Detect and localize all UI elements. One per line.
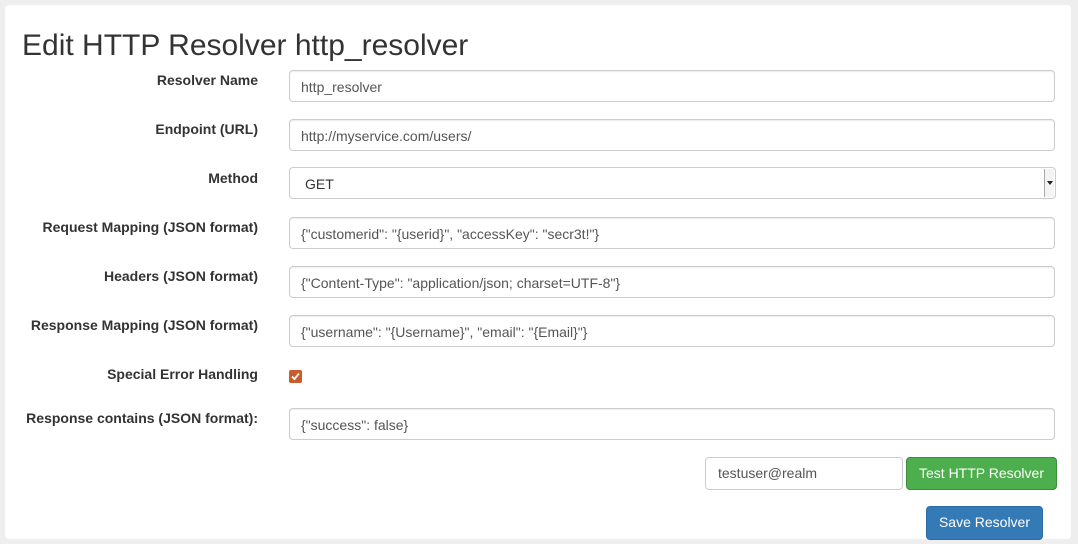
method-selected-value: GET [305, 176, 334, 192]
request-mapping-label: Request Mapping (JSON format) [42, 219, 258, 235]
endpoint-input[interactable]: http://myservice.com/users/ [289, 119, 1055, 151]
test-http-resolver-button[interactable]: Test HTTP Resolver [906, 457, 1057, 490]
special-error-handling-checkbox[interactable] [289, 370, 302, 383]
method-select[interactable]: GET [289, 167, 1056, 199]
page-title: Edit HTTP Resolver http_resolver [22, 29, 469, 62]
request-mapping-input[interactable]: {"customerid": "{userid}", "accessKey": … [289, 217, 1055, 249]
response-mapping-input[interactable]: {"username": "{Username}", "email": "{Em… [289, 315, 1055, 347]
special-error-handling-label: Special Error Handling [107, 366, 258, 382]
test-user-input[interactable]: testuser@realm [705, 457, 903, 490]
response-mapping-label: Response Mapping (JSON format) [30, 317, 258, 333]
checkmark-icon [291, 372, 300, 381]
resolver-name-label: Resolver Name [156, 72, 258, 88]
method-label: Method [208, 170, 258, 186]
resolver-name-input[interactable]: http_resolver [289, 70, 1055, 102]
response-contains-label: Response contains (JSON format): [26, 410, 258, 426]
chevron-down-icon[interactable] [1044, 169, 1054, 197]
headers-input[interactable]: {"Content-Type": "application/json; char… [289, 266, 1055, 298]
save-resolver-button[interactable]: Save Resolver [926, 506, 1043, 540]
response-contains-input[interactable]: {"success": false} [289, 408, 1055, 440]
headers-label: Headers (JSON format) [103, 268, 258, 284]
endpoint-label: Endpoint (URL) [155, 121, 258, 137]
